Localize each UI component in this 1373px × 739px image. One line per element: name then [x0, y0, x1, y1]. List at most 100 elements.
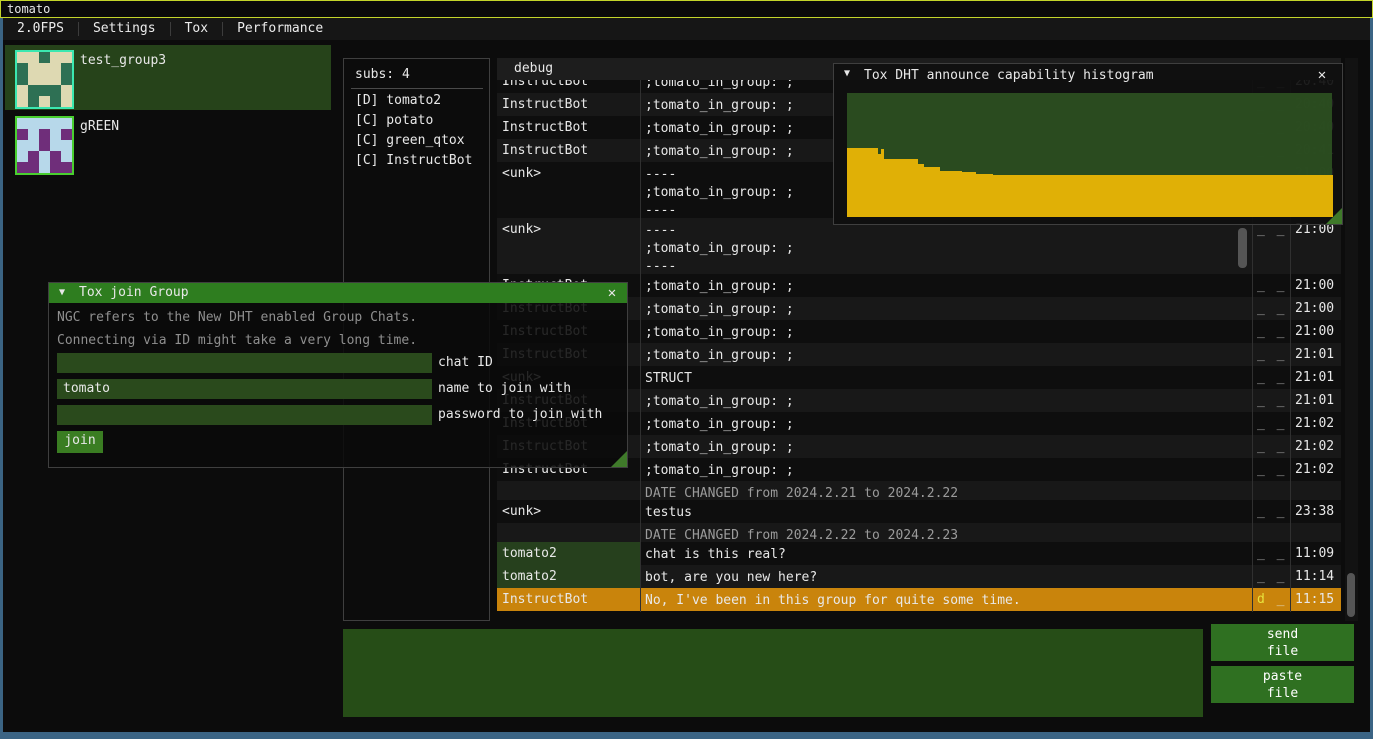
join-field-input[interactable] [57, 405, 432, 425]
histogram-window-title: Tox DHT announce capability histogram [864, 68, 1154, 83]
window-titlebar[interactable]: tomato [0, 0, 1373, 18]
chat-row: InstructBotNo, I've been in this group f… [497, 588, 1341, 611]
column-separator-name [640, 80, 641, 612]
group-row-test_group3[interactable]: test_group3 [5, 45, 331, 110]
tab-debug[interactable]: debug [514, 61, 553, 76]
avatar-pixel [39, 63, 50, 74]
chat-row: <unk>testus_ _23:38 [497, 500, 1341, 523]
button-label-line: paste [1211, 668, 1354, 685]
message-timestamp: 11:09 [1295, 546, 1334, 561]
subs-member-item[interactable]: [D] tomato2 [355, 93, 441, 113]
avatar-pixel [28, 52, 39, 63]
avatar-pixel [28, 129, 39, 140]
avatar-pixel [50, 162, 61, 173]
group-name-label: gREEN [80, 119, 119, 134]
subs-separator [351, 88, 483, 89]
window-border-bottom [0, 732, 1373, 739]
sender-name: <unk> [497, 218, 640, 274]
avatar-pixel [17, 162, 28, 173]
message-input[interactable] [343, 629, 1203, 717]
collapse-icon[interactable]: ▼ [844, 68, 850, 79]
group-avatar [15, 116, 74, 175]
join-group-dialog[interactable]: ▼ Tox join Group ✕ NGC refers to the New… [48, 282, 628, 468]
histogram-window[interactable]: ▼ Tox DHT announce capability histogram … [833, 63, 1343, 225]
window-border-left [0, 18, 3, 739]
join-field-input[interactable]: tomato [57, 379, 432, 399]
avatar-pixel [39, 151, 50, 162]
message-text: ;tomato_in_group: ; [645, 439, 1245, 457]
avatar-pixel [61, 140, 72, 151]
group-avatar [15, 50, 74, 109]
join-field-label: password to join with [438, 407, 602, 422]
avatar-pixel [17, 63, 28, 74]
sender-name: tomato2 [497, 542, 640, 565]
join-dialog-titlebar[interactable]: ▼ Tox join Group ✕ [49, 283, 627, 303]
join-dialog-title: Tox join Group [79, 285, 189, 300]
subs-count-label: subs: 4 [355, 67, 410, 82]
histogram-plot [847, 93, 1332, 217]
join-field-input[interactable] [57, 353, 432, 373]
avatar-pixel [50, 52, 61, 63]
resize-grip-icon[interactable] [1326, 208, 1342, 224]
message-timestamp: 21:00 [1295, 324, 1334, 339]
message-timestamp: 21:00 [1295, 301, 1334, 316]
avatar-pixel [39, 140, 50, 151]
paste-file-button[interactable]: pastefile [1211, 666, 1354, 703]
log-scrollbar-thumb[interactable] [1238, 228, 1247, 268]
avatar-pixel [39, 118, 50, 129]
histogram-bar-segment [924, 167, 940, 217]
date-changed-row: DATE CHANGED from 2024.2.22 to 2024.2.23 [497, 523, 1341, 542]
send-file-button[interactable]: sendfile [1211, 624, 1354, 661]
avatar-pixel [50, 129, 61, 140]
message-text: ;tomato_in_group: ; [645, 462, 1245, 480]
avatar-pixel [17, 151, 28, 162]
sender-name: InstructBot [497, 116, 640, 139]
resize-grip-icon[interactable] [611, 451, 627, 467]
avatar-pixel [61, 151, 72, 162]
message-timestamp: 21:00 [1295, 278, 1334, 293]
sender-name: InstructBot [497, 139, 640, 162]
message-status-flags: _ _ [1257, 462, 1286, 477]
collapse-icon[interactable]: ▼ [59, 287, 65, 298]
subs-member-item[interactable]: [C] InstructBot [355, 153, 472, 173]
avatar-pixel [28, 74, 39, 85]
message-text: ;tomato_in_group: ; [645, 347, 1245, 365]
histogram-bar-segment [847, 148, 878, 217]
chat-row: tomato2chat is this real?_ _11:09 [497, 542, 1341, 565]
close-icon[interactable]: ✕ [601, 283, 623, 303]
join-button[interactable]: join [57, 431, 103, 453]
group-row-gREEN[interactable]: gREEN [5, 111, 331, 176]
menu-item-2.0fps: 2.0FPS [3, 18, 78, 40]
subs-member-item[interactable]: [C] green_qtox [355, 133, 465, 153]
sender-name: InstructBot [497, 93, 640, 116]
message-status-flags: _ _ [1257, 393, 1286, 408]
message-status-flags: _ _ [1257, 278, 1286, 293]
avatar-pixel [17, 118, 28, 129]
chat-scrollbar-track[interactable] [1345, 58, 1358, 621]
avatar-pixel [50, 96, 61, 107]
window-title: tomato [7, 2, 50, 16]
chat-row: <unk>---- ;tomato_in_group: ; ----_ _21:… [497, 218, 1341, 274]
button-label-line: file [1211, 643, 1354, 660]
avatar-pixel [17, 129, 28, 140]
avatar-pixel [61, 162, 72, 173]
histogram-bar-segment [939, 171, 962, 218]
avatar-pixel [39, 52, 50, 63]
menu-item-performance[interactable]: Performance [223, 18, 337, 40]
message-status-flags: _ _ [1257, 569, 1286, 584]
chat-scrollbar-thumb[interactable] [1347, 573, 1355, 617]
menu-item-settings[interactable]: Settings [79, 18, 170, 40]
message-timestamp: 21:01 [1295, 347, 1334, 362]
avatar-pixel [39, 85, 50, 96]
avatar-pixel [17, 52, 28, 63]
avatar-pixel [17, 85, 28, 96]
message-status-flags: _ _ [1257, 301, 1286, 316]
message-text: ;tomato_in_group: ; [645, 416, 1245, 434]
avatar-pixel [50, 118, 61, 129]
menu-item-tox[interactable]: Tox [171, 18, 222, 40]
avatar-pixel [28, 118, 39, 129]
subs-member-item[interactable]: [C] potato [355, 113, 433, 133]
message-timestamp: 21:01 [1295, 393, 1334, 408]
close-icon[interactable]: ✕ [1311, 65, 1333, 85]
avatar-pixel [50, 85, 61, 96]
